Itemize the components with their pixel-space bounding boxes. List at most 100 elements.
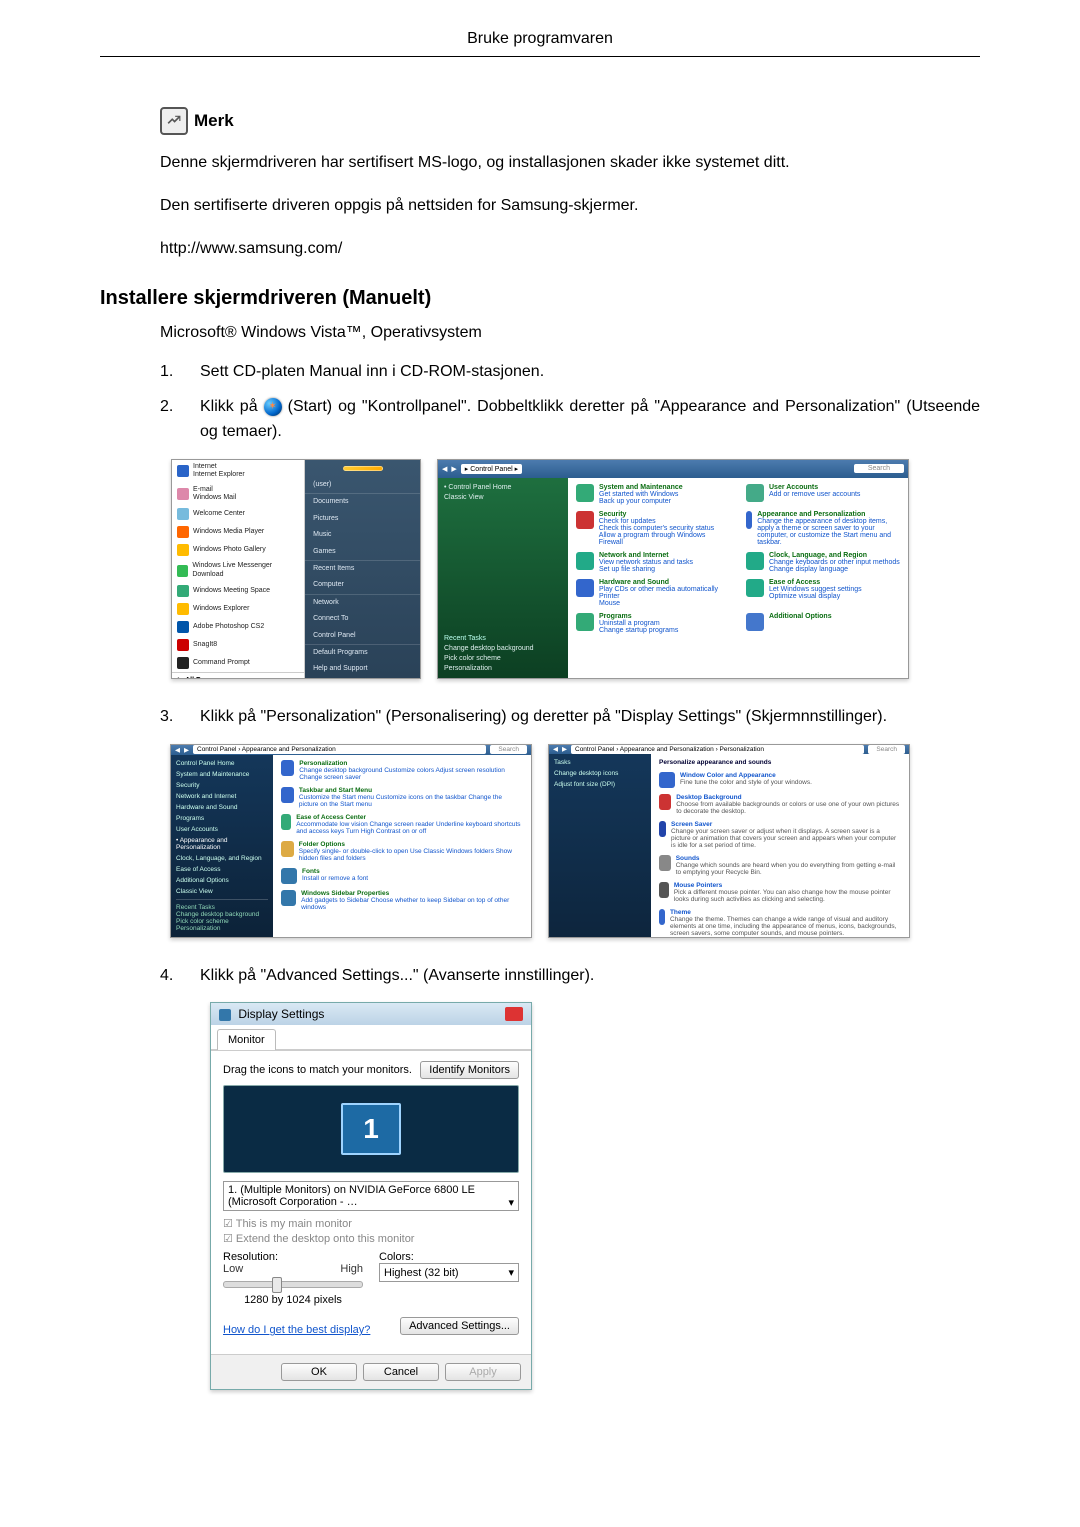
sidebar-item[interactable]: Control Panel Home (176, 760, 268, 767)
monitor-select[interactable]: 1. (Multiple Monitors) on NVIDIA GeForce… (223, 1181, 519, 1211)
sidebar-item[interactable]: Change desktop icons (554, 770, 646, 777)
control-panel-category[interactable]: SecurityCheck for updatesCheck this comp… (576, 511, 730, 546)
control-panel-category[interactable]: User AccountsAdd or remove user accounts (746, 484, 900, 505)
control-panel-category[interactable]: Additional Options (746, 613, 900, 634)
cancel-button[interactable]: Cancel (363, 1363, 439, 1381)
sidebar-item[interactable]: Classic View (176, 888, 268, 895)
monitor-icon-1[interactable]: 1 (341, 1103, 401, 1155)
appearance-item[interactable]: Taskbar and Start MenuCustomize the Star… (281, 787, 523, 808)
start-menu-right-item[interactable]: (user) (305, 477, 420, 493)
sidebar-item[interactable]: System and Maintenance (176, 771, 268, 778)
start-menu-item[interactable]: Windows Photo Gallery (172, 541, 304, 559)
search-box[interactable]: Search (868, 745, 905, 754)
start-menu-right-item[interactable]: Recent Items (305, 560, 420, 577)
back-icon[interactable]: ◀ (175, 746, 180, 754)
sidebar-item[interactable]: Ease of Access (176, 866, 268, 873)
address-bar[interactable]: Control Panel › Appearance and Personali… (193, 745, 486, 754)
recent-task[interactable]: Personalization (444, 665, 562, 672)
forward-icon[interactable]: ▶ (562, 745, 567, 753)
start-menu-item[interactable]: Adobe Photoshop CS2 (172, 618, 304, 636)
sidebar-item[interactable]: Clock, Language, and Region (176, 855, 268, 862)
appearance-item[interactable]: FontsInstall or remove a font (281, 868, 523, 884)
control-panel-category[interactable]: Clock, Language, and RegionChange keyboa… (746, 552, 900, 573)
personalization-item[interactable]: ThemeChange the theme. Themes can change… (659, 909, 901, 937)
forward-icon[interactable]: ▶ (184, 746, 189, 754)
start-menu-item[interactable]: InternetInternet Explorer (172, 460, 304, 483)
start-menu-item[interactable]: Command Prompt (172, 654, 304, 672)
ok-button[interactable]: OK (281, 1363, 357, 1381)
start-menu-right-item[interactable]: Documents (305, 493, 420, 510)
category-icon (576, 613, 594, 631)
sidebar-item[interactable]: Hardware and Sound (176, 804, 268, 811)
category-icon (576, 511, 594, 529)
back-icon[interactable]: ◀ (553, 745, 558, 753)
appearance-item[interactable]: Windows Sidebar PropertiesAdd gadgets to… (281, 890, 523, 911)
start-menu-right-item[interactable]: Default Programs (305, 644, 420, 661)
start-menu-item[interactable]: Windows Media Player (172, 523, 304, 541)
sidebar-item[interactable]: Security (176, 782, 268, 789)
personalization-item[interactable]: Mouse PointersPick a different mouse poi… (659, 882, 901, 903)
colors-select[interactable]: Highest (32 bit)▾ (379, 1263, 519, 1282)
personalization-item[interactable]: Desktop BackgroundChoose from available … (659, 794, 901, 815)
personalization-item[interactable]: Screen SaverChange your screen saver or … (659, 821, 901, 849)
category-icon (746, 552, 764, 570)
item-icon (659, 821, 666, 837)
step-number: 1. (160, 360, 182, 385)
appearance-item[interactable]: Folder OptionsSpecify single- or double-… (281, 841, 523, 862)
sidebar-item[interactable]: • Appearance and Personalization (176, 837, 268, 851)
resolution-slider[interactable] (223, 1281, 363, 1288)
start-menu-right-item[interactable]: Help and Support (305, 661, 420, 677)
close-icon[interactable] (505, 1007, 523, 1021)
all-programs[interactable]: ▶ All Programs (172, 672, 304, 679)
sidebar-item[interactable]: Adjust font size (DPI) (554, 781, 646, 788)
start-menu-item[interactable]: Windows Meeting Space (172, 582, 304, 600)
recent-task[interactable]: Change desktop background (444, 645, 562, 652)
sidebar-item[interactable]: Network and Internet (176, 793, 268, 800)
recent-task[interactable]: Pick color scheme (176, 918, 268, 925)
monitor-area[interactable]: 1 (223, 1085, 519, 1173)
sidebar-item[interactable]: Tasks (554, 759, 646, 766)
sidebar-item[interactable]: • Control Panel Home (444, 484, 562, 491)
sidebar-item[interactable]: Additional Options (176, 877, 268, 884)
control-panel-category[interactable]: Hardware and SoundPlay CDs or other medi… (576, 579, 730, 607)
tab-monitor[interactable]: Monitor (217, 1029, 276, 1050)
control-panel-category[interactable]: System and MaintenanceGet started with W… (576, 484, 730, 505)
start-menu-right-item[interactable]: Network (305, 594, 420, 611)
forward-icon[interactable]: ▶ (451, 465, 456, 473)
start-menu-right-item[interactable]: Music (305, 527, 420, 543)
personalization-item[interactable]: SoundsChange which sounds are heard when… (659, 855, 901, 876)
start-menu-right-item[interactable]: Control Panel (305, 628, 420, 644)
start-menu-item[interactable]: E-mailWindows Mail (172, 483, 304, 506)
sidebar-item[interactable]: User Accounts (176, 826, 268, 833)
back-icon[interactable]: ◀ (442, 465, 447, 473)
help-link[interactable]: How do I get the best display? (223, 1324, 370, 1336)
control-panel-category[interactable]: Appearance and PersonalizationChange the… (746, 511, 900, 546)
search-box[interactable]: Search (854, 464, 904, 473)
sidebar-item[interactable]: Classic View (444, 494, 562, 501)
sidebar-item[interactable]: Programs (176, 815, 268, 822)
identify-monitors-button[interactable]: Identify Monitors (420, 1061, 519, 1079)
start-menu-right-item[interactable]: Computer (305, 577, 420, 593)
recent-task[interactable]: Change desktop background (176, 911, 268, 918)
start-menu-item[interactable]: Windows Explorer (172, 600, 304, 618)
recent-task[interactable]: Pick color scheme (444, 655, 562, 662)
advanced-settings-button[interactable]: Advanced Settings... (400, 1317, 519, 1335)
address-bar[interactable]: Control Panel › Appearance and Personali… (571, 745, 864, 754)
control-panel-category[interactable]: ProgramsUninstall a programChange startu… (576, 613, 730, 634)
address-bar[interactable]: ▸ Control Panel ▸ (461, 464, 522, 474)
search-box[interactable]: Search (490, 745, 527, 754)
category-icon (746, 613, 764, 631)
start-menu-item[interactable]: SnagIt8 (172, 636, 304, 654)
apply-button[interactable]: Apply (445, 1363, 521, 1381)
control-panel-category[interactable]: Ease of AccessLet Windows suggest settin… (746, 579, 900, 607)
appearance-item[interactable]: PersonalizationChange desktop background… (281, 760, 523, 781)
start-menu-right-item[interactable]: Connect To (305, 611, 420, 627)
control-panel-category[interactable]: Network and InternetView network status … (576, 552, 730, 573)
personalization-item[interactable]: Window Color and AppearanceFine tune the… (659, 772, 901, 788)
recent-task[interactable]: Personalization (176, 925, 268, 932)
appearance-item[interactable]: Ease of Access CenterAccommodate low vis… (281, 814, 523, 835)
start-menu-right-item[interactable]: Games (305, 544, 420, 560)
start-menu-item[interactable]: Windows Live Messenger Download (172, 559, 304, 582)
start-menu-item[interactable]: Welcome Center (172, 505, 304, 523)
start-menu-right-item[interactable]: Pictures (305, 511, 420, 527)
